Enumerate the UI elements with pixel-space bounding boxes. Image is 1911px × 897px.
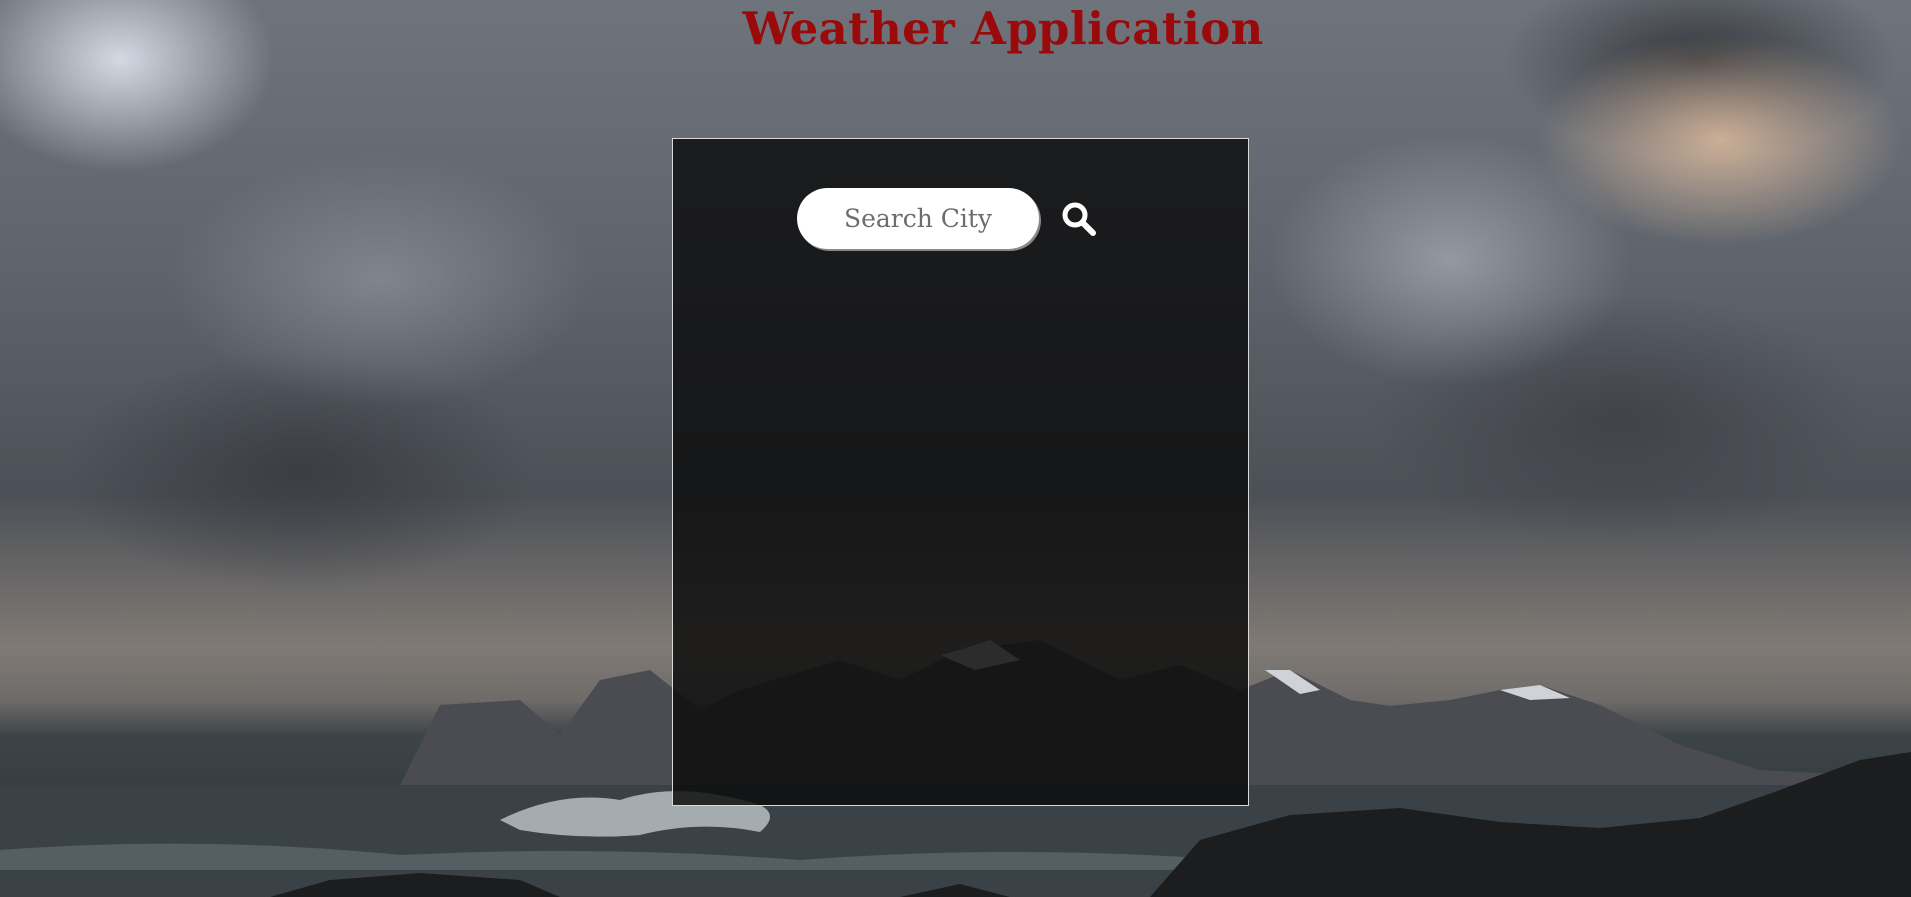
weather-card [672,138,1249,806]
page-title: Weather Application [742,2,1264,55]
search-bar [797,188,1100,249]
search-button[interactable] [1058,198,1100,240]
search-city-input[interactable] [797,188,1039,249]
search-icon [1062,202,1096,236]
app-root: Weather Application [0,0,1911,897]
